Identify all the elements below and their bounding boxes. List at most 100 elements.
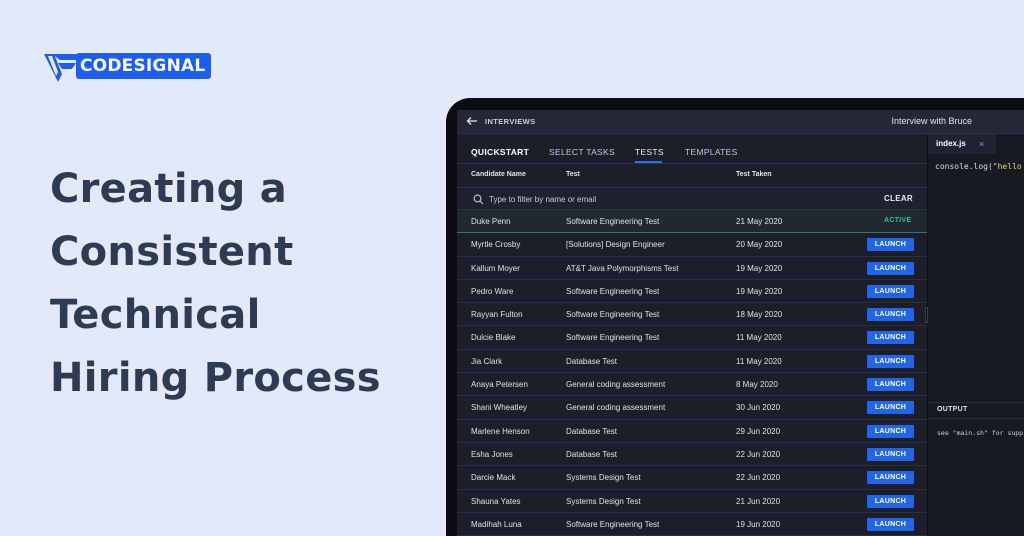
candidate-name: Esha Jones [471, 449, 513, 459]
table-row[interactable]: Marlene Henson Database Test 29 Jun 2020… [457, 420, 927, 443]
status-badge: ACTIVE [884, 217, 912, 224]
candidate-test: Software Engineering Test [566, 310, 660, 320]
codesignal-logo: CODESIGNAL [42, 48, 212, 84]
candidate-test: Software Engineering Test [566, 333, 660, 343]
candidate-test: General coding assessment [566, 380, 666, 390]
candidate-date: 20 May 2020 [736, 240, 783, 250]
column-header-test: Test [566, 171, 580, 178]
candidate-date: 21 May 2020 [736, 217, 783, 226]
launch-button[interactable]: LAUNCH [867, 517, 914, 531]
launch-button[interactable]: LAUNCH [867, 308, 914, 322]
filter-input[interactable] [489, 192, 849, 206]
candidate-test: [Solutions] Design Engineer [566, 240, 665, 250]
table-row[interactable]: Darcie Mack Systems Design Test 22 Jun 2… [457, 466, 927, 490]
launch-button[interactable]: LAUNCH [867, 471, 914, 485]
code-function: console.log( [935, 162, 993, 171]
table-row[interactable]: Pedro Ware Software Engineering Test 19 … [457, 280, 927, 304]
candidate-name: Dulcie Blake [471, 333, 516, 343]
launch-button[interactable]: LAUNCH [867, 378, 914, 392]
launch-button[interactable]: LAUNCH [867, 331, 914, 345]
filter-bar: CLEAR [457, 187, 927, 210]
divider [457, 163, 927, 164]
candidate-name: Pedro Ware [471, 286, 514, 296]
table-row[interactable]: Esha Jones Database Test 22 Jun 2020 LAU… [457, 443, 927, 467]
candidate-date: 18 May 2020 [736, 310, 783, 320]
candidate-name: Jia Clark [471, 356, 503, 366]
top-bar: INTERVIEWS Interview with Bruce [457, 110, 1024, 134]
candidate-date: 22 Jun 2020 [736, 449, 781, 459]
candidate-date: 22 Jun 2020 [736, 473, 781, 483]
divider [928, 402, 1024, 403]
launch-button[interactable]: LAUNCH [867, 494, 914, 508]
table-row[interactable]: Shani Wheatley General coding assessment… [457, 396, 927, 420]
candidate-panel: QUICKSTART SELECT TASKS TESTS TEMPLATES … [457, 134, 927, 536]
table-row[interactable]: Shauna Yates Systems Design Test 21 Jun … [457, 490, 927, 513]
table-row[interactable]: Kallum Moyer AT&T Java Polymorphisms Tes… [457, 257, 927, 280]
candidate-date: 8 May 2020 [736, 380, 778, 390]
headline-line: Consistent [50, 229, 294, 275]
launch-button[interactable]: LAUNCH [867, 424, 914, 438]
launch-button[interactable]: LAUNCH [867, 447, 914, 461]
table-row[interactable]: Dulcie Blake Software Engineering Test 1… [457, 326, 927, 350]
candidate-test: AT&T Java Polymorphisms Test [566, 263, 679, 273]
table-row[interactable]: Anaya Petersen General coding assessment… [457, 373, 927, 397]
launch-button[interactable]: LAUNCH [867, 261, 914, 275]
candidate-name: Myrtle Crosby [471, 240, 521, 250]
candidate-name: Kallum Moyer [471, 263, 520, 273]
table-row[interactable]: Jia Clark Database Test 11 May 2020 LAUN… [457, 350, 927, 374]
search-icon [473, 194, 484, 205]
headline: Creating a Consistent Technical Hiring P… [50, 158, 381, 410]
table-row[interactable]: Madihah Luna Software Engineering Test 1… [457, 513, 927, 536]
headline-line: Technical [50, 292, 261, 338]
page-title: Interview with Bruce [891, 116, 972, 126]
candidate-test: Database Test [566, 449, 617, 459]
tab-tests[interactable]: TESTS [635, 147, 664, 157]
candidate-name: Darcie Mack [471, 473, 516, 483]
candidate-name: Shani Wheatley [471, 403, 528, 413]
code-editor-panel: index.js × console.log("hello OUTPUT see… [928, 134, 1024, 536]
candidate-date: 19 May 2020 [736, 286, 783, 296]
candidate-name: Marlene Henson [471, 426, 530, 436]
launch-button[interactable]: LAUNCH [867, 284, 914, 298]
candidate-name: Rayyan Fulton [471, 310, 523, 320]
candidate-test: Software Engineering Test [566, 519, 660, 529]
table-row[interactable]: Rayyan Fulton Software Engineering Test … [457, 303, 927, 327]
clear-button[interactable]: CLEAR [884, 194, 913, 203]
candidate-date: 29 Jun 2020 [736, 426, 781, 436]
candidate-test: Software Engineering Test [566, 286, 660, 296]
candidate-date: 21 Jun 2020 [736, 496, 781, 506]
candidate-date: 11 May 2020 [736, 333, 782, 343]
logo-wordmark: CODESIGNAL [76, 53, 212, 79]
candidate-test: Software Engineering Test [566, 217, 660, 226]
candidate-date: 19 May 2020 [736, 263, 783, 273]
table-row[interactable]: Duke Penn Software Engineering Test 21 M… [457, 210, 927, 234]
launch-button[interactable]: LAUNCH [867, 354, 914, 368]
close-icon[interactable]: × [979, 139, 984, 149]
launch-button[interactable]: LAUNCH [867, 238, 914, 252]
column-header-name: Candidate Name [471, 171, 526, 178]
candidate-test: Systems Design Test [566, 496, 641, 506]
column-header-date: Test Taken [736, 171, 772, 178]
file-tab-index-js[interactable]: index.js × [928, 134, 996, 154]
tab-bar: QUICKSTART SELECT TASKS TESTS TEMPLATES [457, 134, 927, 163]
table-row[interactable]: Myrtle Crosby [Solutions] Design Enginee… [457, 233, 927, 257]
candidate-date: 19 Jun 2020 [736, 519, 781, 529]
candidate-list: Duke Penn Software Engineering Test 21 M… [457, 210, 927, 536]
candidate-test: Database Test [566, 426, 617, 436]
file-tab-label: index.js [936, 139, 966, 148]
candidate-test: General coding assessment [566, 403, 666, 413]
code-line[interactable]: console.log("hello [935, 162, 1022, 171]
app-screen: INTERVIEWS Interview with Bruce QUICKSTA… [457, 110, 1024, 536]
candidate-name: Anaya Petersen [471, 380, 528, 390]
tab-templates[interactable]: TEMPLATES [685, 147, 738, 157]
tab-quickstart[interactable]: QUICKSTART [471, 147, 529, 157]
candidate-name: Shauna Yates [471, 496, 521, 506]
launch-button[interactable]: LAUNCH [867, 401, 914, 415]
code-string: "hello [992, 162, 1022, 171]
candidate-test: Systems Design Test [566, 473, 641, 483]
candidate-test: Database Test [566, 356, 617, 366]
candidate-name: Duke Penn [471, 217, 511, 226]
candidate-name: Madihah Luna [471, 519, 522, 529]
tab-select-tasks[interactable]: SELECT TASKS [549, 147, 615, 157]
candidate-date: 30 Jun 2020 [736, 403, 781, 413]
